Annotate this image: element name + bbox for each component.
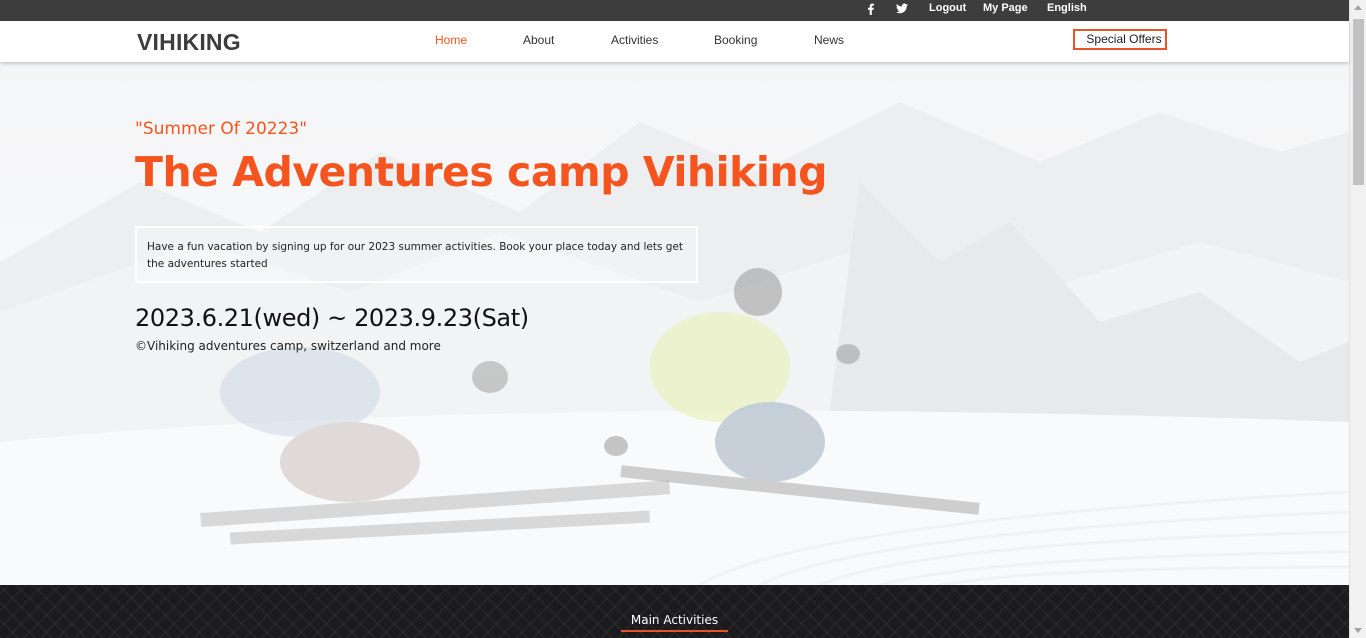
scroll-up-icon[interactable]	[1354, 5, 1362, 10]
hero-description-box: Have a fun vacation by signing up for ou…	[135, 226, 698, 283]
hero-dates: 2023.6.21(wed) ~ 2023.9.23(Sat)	[135, 304, 529, 332]
nav-activities[interactable]: Activities	[611, 33, 658, 47]
nav-home[interactable]: Home	[435, 33, 467, 47]
special-offers-button[interactable]: Special Offers	[1073, 29, 1167, 50]
main-navbar: VIHIKING Home About Activities Booking N…	[0, 21, 1349, 62]
hero-subtitle: "Summer Of 20223"	[135, 119, 308, 139]
twitter-icon	[896, 3, 908, 14]
hero-title: The Adventures camp Vihiking	[135, 148, 828, 196]
scrollbar-thumb[interactable]	[1353, 19, 1364, 185]
page-scrollbar[interactable]	[1349, 0, 1366, 638]
twitter-link[interactable]	[896, 0, 908, 21]
facebook-icon	[868, 3, 874, 15]
hero-description: Have a fun vacation by signing up for ou…	[147, 241, 684, 270]
my-page-link[interactable]: My Page	[983, 0, 1028, 21]
nav-booking[interactable]: Booking	[714, 33, 757, 47]
hero-section: "Summer Of 20223" The Adventures camp Vi…	[0, 62, 1349, 585]
main-activities-section: Main Activities	[0, 585, 1349, 638]
nav-about[interactable]: About	[523, 33, 554, 47]
nav-news[interactable]: News	[814, 33, 844, 47]
scroll-down-icon[interactable]	[1354, 628, 1362, 633]
main-activities-heading: Main Activities	[630, 613, 719, 627]
language-selector[interactable]: English	[1047, 0, 1087, 21]
top-utility-bar: Logout My Page English	[0, 0, 1349, 21]
logout-link[interactable]: Logout	[929, 0, 966, 21]
heading-underline	[621, 630, 728, 632]
hero-copyright: ©Vihiking adventures camp, switzerland a…	[135, 339, 441, 353]
site-logo[interactable]: VIHIKING	[137, 29, 241, 56]
facebook-link[interactable]	[866, 0, 875, 21]
